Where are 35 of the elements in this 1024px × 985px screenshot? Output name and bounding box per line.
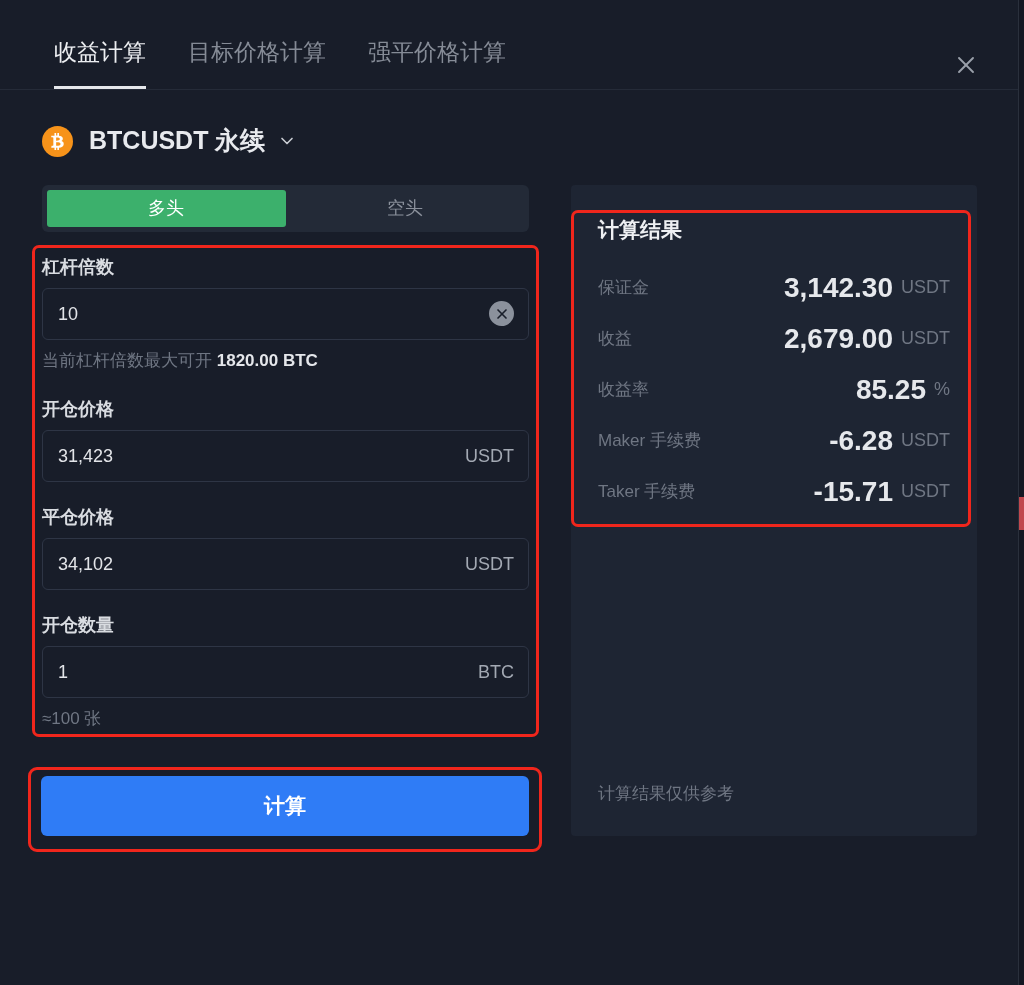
unit-label: USDT <box>901 327 950 350</box>
direction-option[interactable]: 空头 <box>285 190 524 227</box>
field-label: 开仓数量 <box>42 614 115 637</box>
field-label: 杠杆倍数 <box>42 256 115 279</box>
result-value: 85.25 <box>855 372 926 407</box>
result-value: 3,142.30 <box>784 270 893 305</box>
unit-label: % <box>934 378 950 401</box>
tab[interactable]: 收益计算 <box>54 38 146 89</box>
result-value: -6.28 <box>829 423 893 458</box>
field-label: 平仓价格 <box>42 506 115 529</box>
clear-icon[interactable] <box>489 301 514 326</box>
unit-label: USDT <box>901 480 950 503</box>
result-label: 保证金 <box>598 276 649 299</box>
unit-label: USDT <box>901 276 950 299</box>
symbol-dropdown[interactable]: BTCUSDT 永续 <box>89 122 298 160</box>
result-label: Taker 手续费 <box>598 480 696 503</box>
tab[interactable]: 强平价格计算 <box>368 38 506 89</box>
result-label: 收益 <box>598 327 632 350</box>
unit-label: BTC <box>478 661 514 684</box>
bitcoin-icon <box>42 125 73 157</box>
unit-label: USDT <box>465 553 514 576</box>
result-value: -15.71 <box>813 474 893 509</box>
unit-label: USDT <box>465 445 514 468</box>
results-title: 计算结果 <box>598 217 683 243</box>
calculate-button[interactable]: 计算 <box>41 776 529 836</box>
result-label: Maker 手续费 <box>598 429 701 452</box>
input-field[interactable]: 10 <box>42 288 529 340</box>
field-label: 开仓价格 <box>42 398 115 421</box>
unit-label: USDT <box>901 429 950 452</box>
footnote-text: 计算结果仅供参考 <box>598 783 735 805</box>
result-value: 2,679.00 <box>784 321 893 356</box>
tab[interactable]: 目标价格计算 <box>188 38 326 89</box>
result-label: 收益率 <box>598 378 649 401</box>
hint-text: ≈100 张 <box>42 708 103 730</box>
hint-text: 当前杠杆倍数最大可开 1820.00 BTC <box>42 350 319 372</box>
